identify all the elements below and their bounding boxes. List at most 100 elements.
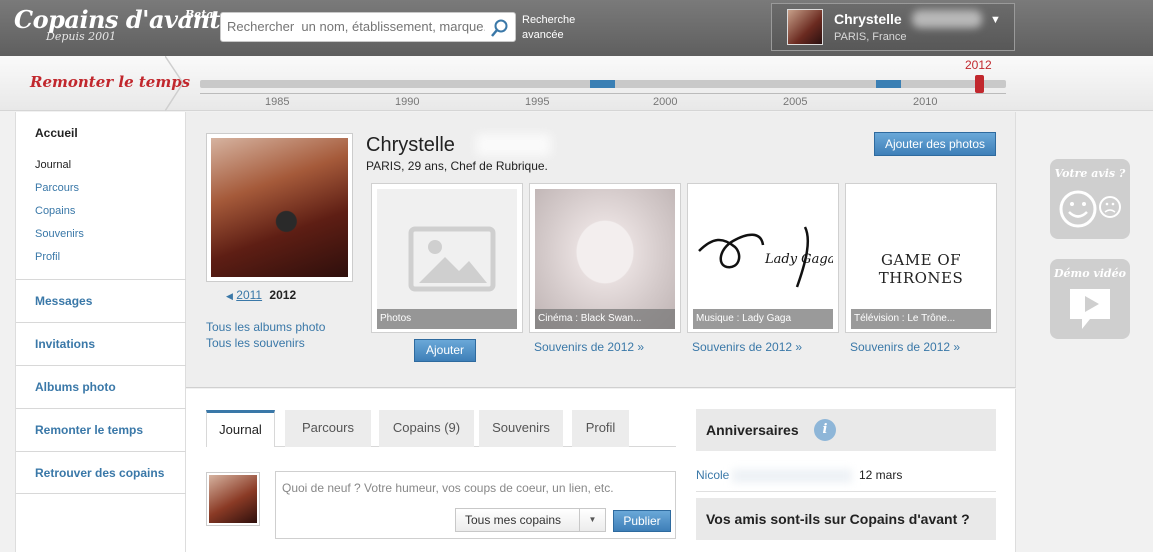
timeline-year[interactable]: 2005 <box>783 96 807 108</box>
card-caption: Télévision : Le Trône... <box>851 309 991 329</box>
audience-value: Tous mes copains <box>465 513 562 527</box>
sidebar-item-label: Albums photo <box>35 380 116 394</box>
birthday-name[interactable]: Nicole <box>696 468 729 482</box>
top-header: Copains d'avant Beta Depuis 2001 Recherc… <box>0 0 1153 56</box>
card-caption: Musique : Lady Gaga <box>693 309 833 329</box>
music-artwork: Lady Gaga <box>693 189 835 329</box>
user-menu[interactable]: Chrystelle PARIS, France ▼ <box>771 3 1015 51</box>
birthday-entry: Nicole 12 mars <box>696 466 996 486</box>
artwork-text: GAME OF THRONES <box>878 251 964 287</box>
artwork-text: Lady Gaga <box>764 252 833 267</box>
chevron-down-icon[interactable]: ▼ <box>990 14 1001 26</box>
sidebar-item-retrouver-copains[interactable]: Retrouver des copains <box>16 451 186 494</box>
add-photos-button[interactable]: Ajouter des photos <box>874 132 996 156</box>
timeline-year[interactable]: 1990 <box>395 96 419 108</box>
tab-copains[interactable]: Copains (9) <box>379 410 474 447</box>
audience-select[interactable]: Tous mes copains ▼ <box>455 508 606 532</box>
sidebar-item-invitations[interactable]: Invitations <box>16 322 186 365</box>
timeline-marker[interactable] <box>876 80 901 88</box>
card-caption: Cinéma : Black Swan... <box>535 309 675 329</box>
profile-tabs: Journal Parcours Copains (9) Souvenirs P… <box>206 410 676 447</box>
year-current: 2012 <box>269 288 297 302</box>
timeline-year[interactable]: 1995 <box>525 96 549 108</box>
timeline-current-year: 2012 <box>965 58 992 72</box>
souvenir-card-cinema[interactable]: Cinéma : Black Swan... <box>529 183 681 333</box>
birthday-date: 12 mars <box>859 468 903 482</box>
friends-widget-title: Vos amis sont-ils sur Copains d'avant ? <box>706 511 970 527</box>
timeline-year[interactable]: 2010 <box>913 96 937 108</box>
publish-button[interactable]: Publier <box>613 510 671 532</box>
timeline-marker[interactable] <box>590 80 615 88</box>
image-placeholder-icon <box>377 189 517 329</box>
logo-tagline: Depuis 2001 <box>46 30 117 43</box>
post-avatar <box>206 472 260 526</box>
sidebar-item-remonter-le-temps[interactable]: Remonter le temps <box>16 408 186 451</box>
photos-card[interactable]: Photos <box>371 183 523 333</box>
status-update-box[interactable]: Quoi de neuf ? Votre humeur, vos coups d… <box>275 471 676 539</box>
tab-journal[interactable]: Journal <box>206 410 275 447</box>
profile-info: PARIS, 29 ans, Chef de Rubrique. <box>366 159 548 173</box>
chevron-right-icon <box>165 56 184 111</box>
user-location: PARIS, France <box>834 31 907 43</box>
add-button[interactable]: Ajouter <box>414 339 476 362</box>
card-caption: Photos <box>377 309 517 329</box>
profile-photo[interactable] <box>206 133 353 282</box>
beta-badge: Beta <box>185 8 214 21</box>
birthdays-header: Anniversaires i <box>696 409 996 451</box>
sidebar-item-label: Retrouver des copains <box>35 466 165 480</box>
timeline-bar: Remonter le temps 1985 1990 1995 2000 20… <box>0 56 1153 111</box>
video-demo-widget[interactable]: Démo vidéo <box>1050 259 1130 339</box>
search-icon[interactable] <box>489 17 511 39</box>
chevron-down-icon[interactable]: ▼ <box>579 509 605 531</box>
play-icon <box>1070 289 1110 329</box>
year-prev-link[interactable]: 2011 <box>236 288 262 302</box>
triangle-left-icon[interactable]: ◀ <box>226 291 233 301</box>
divider <box>696 491 996 492</box>
souvenirs-2012-link[interactable]: Souvenirs de 2012 » <box>692 340 802 354</box>
tab-souvenirs[interactable]: Souvenirs <box>479 410 563 447</box>
status-input[interactable]: Quoi de neuf ? Votre humeur, vos coups d… <box>282 481 614 495</box>
tab-parcours[interactable]: Parcours <box>285 410 371 447</box>
tab-profil[interactable]: Profil <box>572 410 629 447</box>
advanced-search-link[interactable]: Recherche avancée <box>522 13 592 43</box>
timeline-year[interactable]: 2000 <box>653 96 677 108</box>
friends-widget-header: Vos amis sont-ils sur Copains d'avant ? <box>696 498 996 540</box>
timeline-year[interactable]: 1985 <box>265 96 289 108</box>
search-box <box>220 12 516 42</box>
birthdays-title: Anniversaires <box>706 422 799 438</box>
sidebar-item-messages[interactable]: Messages <box>16 279 186 322</box>
sidebar-item-parcours[interactable]: Parcours <box>35 182 79 194</box>
souvenir-card-tv[interactable]: GAME OF THRONES Télévision : Le Trône... <box>845 183 997 333</box>
souvenir-card-music[interactable]: Lady Gaga Musique : Lady Gaga <box>687 183 839 333</box>
profile-name: Chrystelle <box>366 134 455 156</box>
sidebar-item-copains[interactable]: Copains <box>35 205 75 217</box>
all-albums-link[interactable]: Tous les albums photo <box>206 320 325 334</box>
sidebar-item-label: Messages <box>35 294 93 308</box>
sidebar-item-profil[interactable]: Profil <box>35 251 60 263</box>
sidebar: Accueil Journal Parcours Copains Souveni… <box>15 112 186 552</box>
smiley-icon <box>1059 190 1121 228</box>
timeline-handle[interactable] <box>975 75 984 93</box>
feedback-widget[interactable]: Votre avis ? <box>1050 159 1130 239</box>
sidebar-item-accueil[interactable]: Accueil <box>35 126 78 140</box>
user-name: Chrystelle <box>834 11 902 27</box>
all-souvenirs-link[interactable]: Tous les souvenirs <box>206 336 305 350</box>
souvenirs-2012-link[interactable]: Souvenirs de 2012 » <box>850 340 960 354</box>
movie-poster <box>535 189 675 329</box>
blurred-surname <box>732 469 852 483</box>
search-input[interactable] <box>227 19 485 34</box>
tv-artwork: GAME OF THRONES <box>851 189 991 329</box>
sidebar-item-albums[interactable]: Albums photo <box>16 365 186 408</box>
blurred-surname <box>912 10 982 28</box>
info-icon[interactable]: i <box>814 419 836 441</box>
sidebar-item-journal[interactable]: Journal <box>35 159 71 171</box>
sidebar-item-label: Invitations <box>35 337 96 351</box>
souvenirs-2012-link[interactable]: Souvenirs de 2012 » <box>534 340 644 354</box>
sidebar-item-souvenirs[interactable]: Souvenirs <box>35 228 84 240</box>
sidebar-item-label: Remonter le temps <box>35 423 144 437</box>
user-avatar <box>787 9 823 45</box>
timeline-ticks <box>200 88 1006 94</box>
blurred-surname <box>476 134 551 156</box>
profile-panel: ◀ 2011 2012 Tous les albums photo Tous l… <box>186 112 1016 388</box>
year-navigator: ◀ 2011 2012 <box>226 288 296 302</box>
